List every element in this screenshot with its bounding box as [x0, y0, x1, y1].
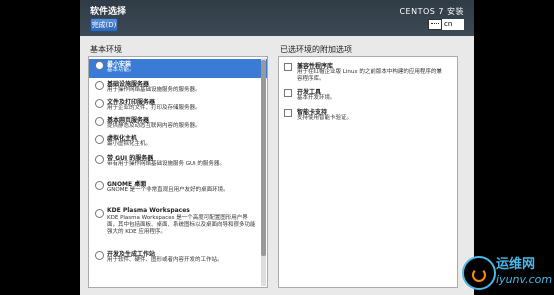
item-desc: 提供静态及动态互联网内容的服务器。 — [107, 123, 201, 129]
checkbox-icon[interactable] — [284, 109, 292, 117]
list-item[interactable]: 文件及打印服务器 用于企业的文件、打印及存储服务器。 — [89, 97, 267, 115]
item-desc: 带有用于操作网络基础设施服务 GUI 的服务器。 — [107, 161, 225, 167]
done-button[interactable]: 完成(D) — [90, 18, 118, 32]
item-desc: 支持使用智能卡验证。 — [297, 115, 353, 121]
radio-icon[interactable] — [95, 81, 104, 90]
item-desc: GNOME 是一个非常直观且用户友好的桌面环境。 — [107, 187, 229, 193]
scrollbar[interactable] — [261, 58, 266, 286]
list-item[interactable]: 带 GUI 的服务器 带有用于操作网络基础设施服务 GUI 的服务器。 — [89, 153, 267, 175]
addons-list[interactable]: 兼容性程序库 用于在红帽企业版 Linux 的之前版本中构建的应用程序的兼容程序… — [278, 56, 458, 288]
list-item[interactable]: 兼容性程序库 用于在红帽企业版 Linux 的之前版本中构建的应用程序的兼容程序… — [279, 61, 457, 85]
list-item[interactable]: 基础设施服务器 用于操作网络基础设施服务的服务器。 — [89, 79, 267, 97]
list-item[interactable]: 智能卡支持 支持使用智能卡验证。 — [279, 107, 457, 125]
addons-heading: 已选环境的附加选项 — [280, 45, 352, 54]
item-desc: 用于企业的文件、打印及存储服务器。 — [107, 105, 201, 111]
item-desc: 最小虚拟化主机。 — [107, 141, 152, 147]
item-desc: 基本功能。 — [107, 67, 135, 73]
keyboard-layout-indicator[interactable]: cn — [442, 19, 464, 30]
keyboard-icon — [428, 19, 442, 30]
list-item[interactable]: 开发工具 基本开发环境。 — [279, 87, 457, 105]
radio-icon[interactable] — [95, 155, 104, 164]
radio-icon[interactable] — [95, 61, 104, 70]
watermark-logo: 运维网 iyunv.com — [462, 251, 553, 291]
left-black-bar — [0, 0, 80, 295]
radio-icon[interactable] — [95, 99, 104, 108]
radio-icon[interactable] — [95, 209, 104, 218]
radio-icon[interactable] — [95, 251, 104, 260]
checkbox-icon[interactable] — [284, 63, 292, 71]
base-environment-heading: 基本环境 — [90, 45, 122, 54]
item-desc: 用于操作网络基础设施服务的服务器。 — [107, 87, 201, 93]
list-item[interactable]: 基本网页服务器 提供静态及动态互联网内容的服务器。 — [89, 115, 267, 133]
list-item[interactable]: GNOME 桌面 GNOME 是一个非常直观且用户友好的桌面环境。 — [89, 179, 267, 201]
item-name: KDE Plasma Workspaces — [107, 207, 190, 214]
list-item[interactable]: KDE Plasma Workspaces KDE Plasma Workspa… — [89, 207, 267, 243]
radio-icon[interactable] — [95, 135, 104, 144]
page-title: 软件选择 — [90, 7, 127, 17]
radio-icon[interactable] — [95, 181, 104, 190]
list-item[interactable]: 虚拟化主机 最小虚拟化主机。 — [89, 133, 267, 151]
watermark-line2: iyunv.com — [496, 273, 553, 286]
item-desc: KDE Plasma Workspaces 是一个高度可配置图形用户界面，其中包… — [107, 215, 256, 235]
radio-icon[interactable] — [95, 117, 104, 126]
base-environment-list[interactable]: 最小安装 基本功能。 基础设施服务器 用于操作网络基础设施服务的服务器。 文件及… — [88, 56, 268, 288]
product-title: CENTOS 7 安装 — [399, 7, 464, 16]
software-selection-panel: 基本环境 已选环境的附加选项 最小安装 基本功能。 基础设施服务器 用于操作网络… — [80, 36, 474, 295]
scroll-thumb[interactable] — [261, 60, 266, 256]
item-desc: 用于在红帽企业版 Linux 的之前版本中构建的应用程序的兼容程序库。 — [297, 69, 442, 82]
item-desc: 基本开发环境。 — [297, 95, 336, 101]
logo-icon — [462, 256, 496, 290]
list-item[interactable]: 最小安装 基本功能。 — [89, 59, 267, 78]
list-item[interactable]: 开发及生成工作站 用于软件、硬件、图形或者内容开发的工作站。 — [89, 249, 267, 271]
watermark-line1: 运维网 — [496, 257, 536, 272]
header-bar: 软件选择 完成(D) CENTOS 7 安装 cn — [80, 0, 474, 36]
item-desc: 用于软件、硬件、图形或者内容开发的工作站。 — [107, 257, 223, 263]
checkbox-icon[interactable] — [284, 89, 292, 97]
